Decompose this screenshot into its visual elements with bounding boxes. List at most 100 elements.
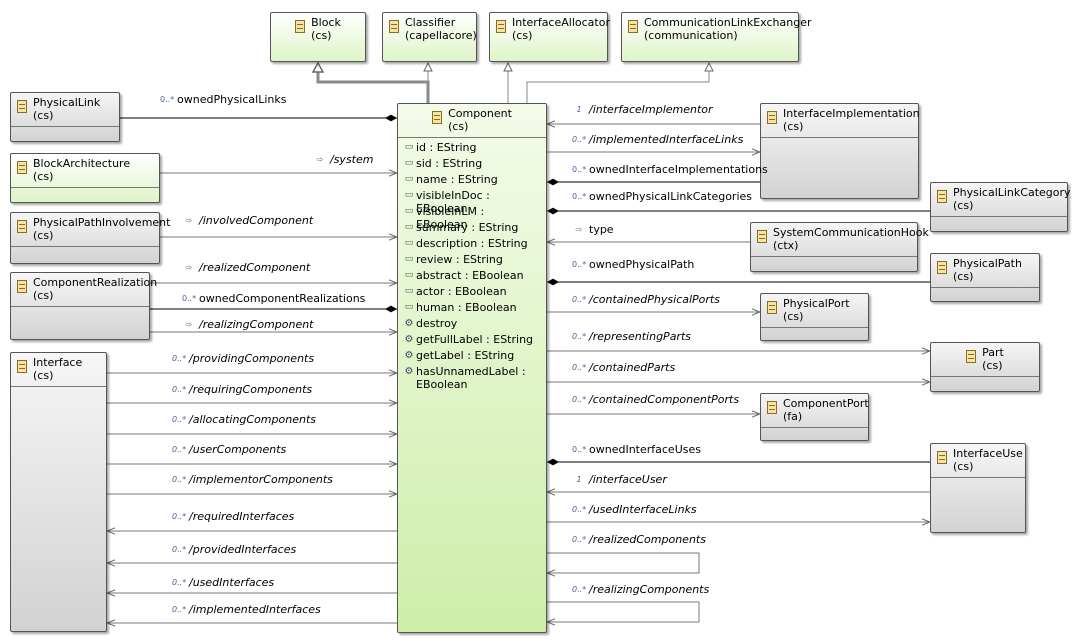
component-operation[interactable]: hasUnnamedLabel : EBoolean (402, 365, 542, 391)
feature-label: description : EString (416, 237, 528, 250)
component-attribute[interactable]: name : EString (402, 173, 542, 189)
class-system-communication-hook[interactable]: SystemCommunicationHook (ctx) (750, 222, 929, 272)
edge-label-owned-interface-uses[interactable]: 0..* ownedInterfaceUses (572, 444, 701, 456)
class-interface[interactable]: Interface (cs) (10, 352, 107, 632)
class-physical-link[interactable]: PhysicalLink (cs) (10, 92, 120, 142)
multiplicity-one-icon: 1 (576, 475, 582, 484)
edge-label-realized-component[interactable]: ⇨ /realizedComponent (182, 261, 311, 274)
class-part[interactable]: Part (cs) (930, 342, 1040, 392)
class-component-realization[interactable]: ComponentRealization (cs) (10, 272, 157, 340)
edge-label-provided-interfaces[interactable]: 0..*/providedInterfaces (172, 544, 296, 556)
class-classifier[interactable]: Classifier (capellacore) (382, 12, 477, 62)
component-attribute[interactable]: sid : EString (402, 157, 542, 173)
edge-label-contained-component-ports[interactable]: 0..*/containedComponentPorts (572, 394, 739, 406)
edge-label-representing-parts[interactable]: 0..*/representingParts (572, 331, 691, 343)
component-attribute[interactable]: visibleInLM : EBoolean (402, 205, 542, 231)
class-name: PhysicalPathInvolvement (33, 216, 171, 229)
edge-label-used-interface-links[interactable]: 0..*/usedInterfaceLinks (572, 504, 697, 516)
class-package: (cs) (33, 289, 54, 302)
edge-label-required-interfaces[interactable]: 0..*/requiredInterfaces (172, 511, 294, 523)
edge-label-system[interactable]: ⇨ /system (313, 154, 374, 166)
multiplicity-many-icon: 0..* (572, 135, 587, 144)
class-name: SystemCommunicationHook (773, 226, 929, 239)
generalization-arrow-interface-allocator (503, 61, 513, 72)
component-attribute[interactable]: summary : EString (402, 221, 542, 237)
component-attribute[interactable]: description : EString (402, 237, 542, 253)
class-name: PhysicalPath (953, 257, 1022, 270)
component-attribute[interactable]: visibleInDoc : EBoolean (402, 189, 542, 215)
class-icon (757, 230, 767, 243)
class-physical-path[interactable]: PhysicalPath (cs) (930, 253, 1040, 302)
class-icon (295, 20, 306, 33)
edge-label-interface-implementor[interactable]: 1/interfaceImplementor (572, 104, 712, 116)
attribute-icon (402, 205, 416, 218)
class-physical-path-involvement[interactable]: PhysicalPathInvolvement (cs) (10, 212, 170, 264)
attribute-icon (402, 173, 416, 186)
generalization-edges (311, 61, 714, 103)
multiplicity-many-icon: 0..* (172, 475, 187, 484)
class-physical-port[interactable]: PhysicalPort (cs) (760, 293, 869, 341)
edge-label-providing-components[interactable]: 0..*/providingComponents (172, 353, 314, 365)
component-operation[interactable]: getFullLabel : EString (402, 333, 542, 349)
component-attribute[interactable]: human : EBoolean (402, 301, 542, 317)
component-operation[interactable]: getLabel : EString (402, 349, 542, 365)
multiplicity-many-icon: 0..* (572, 192, 587, 201)
multiplicity-many-icon: 0..* (572, 445, 587, 454)
edge-label-user-components[interactable]: 0..*/userComponents (172, 444, 286, 456)
class-package: (cs) (448, 120, 469, 133)
multiplicity-many-icon: 0..* (572, 395, 587, 404)
class-component[interactable]: Component(cs) id : EString sid : EString n… (397, 103, 547, 633)
class-name: InterfaceUse (953, 447, 1023, 460)
edge-label-text: /representingParts (589, 330, 692, 343)
class-interface-implementation[interactable]: InterfaceImplementation (cs) (760, 103, 920, 199)
class-icon (767, 111, 777, 124)
edge-label-owned-physical-links[interactable]: 0..* ownedPhysicalLinks (160, 94, 286, 106)
class-package: (cs) (953, 270, 974, 283)
edge-label-text: /usedInterfaceLinks (589, 503, 697, 516)
component-attribute[interactable]: abstract : EBoolean (402, 269, 542, 285)
class-block-architecture[interactable]: BlockArchitecture (cs) (10, 153, 160, 203)
component-attribute[interactable]: id : EString (402, 141, 542, 157)
edge-label-allocating-components[interactable]: 0..*/allocatingComponents (172, 414, 316, 426)
class-interface-use[interactable]: InterfaceUse (cs) (930, 443, 1026, 533)
edge-label-owned-physical-link-categories[interactable]: 0..* ownedPhysicalLinkCategories (572, 191, 752, 203)
edge-label-contained-physical-ports[interactable]: 0..*/containedPhysicalPorts (572, 294, 720, 306)
multiplicity-one-icon: 1 (576, 105, 582, 114)
class-physical-link-category[interactable]: PhysicalLinkCategory (cs) (930, 182, 1071, 232)
edge-label-realizing-components[interactable]: 0..*/realizingComponents (572, 584, 709, 596)
edge-label-contained-parts[interactable]: 0..*/containedParts (572, 362, 675, 374)
component-feature-list: id : EString sid : EString name : EString v… (402, 141, 542, 391)
multiplicity-many-icon: 0..* (572, 363, 587, 372)
edge-label-text: ownedPhysicalLinkCategories (589, 190, 753, 203)
class-name: PhysicalLinkCategory (953, 186, 1071, 199)
multiplicity-many-icon: 0..* (572, 260, 587, 269)
attribute-icon (402, 301, 416, 314)
component-attribute[interactable]: review : EString (402, 253, 542, 269)
edge-label-owned-physical-path[interactable]: 0..* ownedPhysicalPath (572, 259, 694, 271)
attribute-icon (402, 221, 416, 234)
class-block[interactable]: Block (cs) (270, 12, 366, 62)
feature-label: human : EBoolean (416, 301, 517, 314)
edge-label-requiring-components[interactable]: 0..*/requiringComponents (172, 384, 312, 396)
edge-label-used-interfaces[interactable]: 0..*/usedInterfaces (172, 577, 274, 589)
edge-label-realizing-component[interactable]: ⇨ /realizingComponent (182, 319, 314, 331)
edge-label-involved-component[interactable]: ⇨ /involvedComponent (182, 215, 314, 227)
edge-label-text: /implementedInterfaceLinks (589, 133, 744, 146)
edge-label-text: /realizedComponent (199, 261, 311, 274)
class-component-port[interactable]: ComponentPort (fa) (760, 393, 869, 441)
edge-realized-components (547, 552, 700, 573)
edge-label-implemented-interfaces[interactable]: 0..*/implementedInterfaces (172, 604, 321, 616)
edge-label-text: /userComponents (189, 443, 287, 456)
edge-label-implemented-interface-links[interactable]: 0..*/implementedInterfaceLinks (572, 134, 743, 146)
edge-label-interface-user[interactable]: 1/interfaceUser (572, 474, 666, 486)
component-operation[interactable]: destroy (402, 317, 542, 333)
class-interface-allocator[interactable]: InterfaceAllocator (cs) (489, 12, 610, 62)
component-attribute[interactable]: actor : EBoolean (402, 285, 542, 301)
edge-label-owned-component-realizations[interactable]: 0..* ownedComponentRealizations (182, 293, 365, 305)
class-icon (628, 20, 638, 33)
edge-label-implementor-components[interactable]: 0..*/implementorComponents (172, 474, 333, 486)
edge-label-realized-components[interactable]: 0..*/realizedComponents (572, 534, 706, 546)
edge-label-owned-interface-implementations[interactable]: 0..* ownedInterfaceImplementations (572, 164, 768, 176)
edge-label-type[interactable]: ⇨ type (572, 224, 614, 236)
class-communication-link-exchanger[interactable]: CommunicationLinkExchanger (communication… (621, 12, 812, 62)
